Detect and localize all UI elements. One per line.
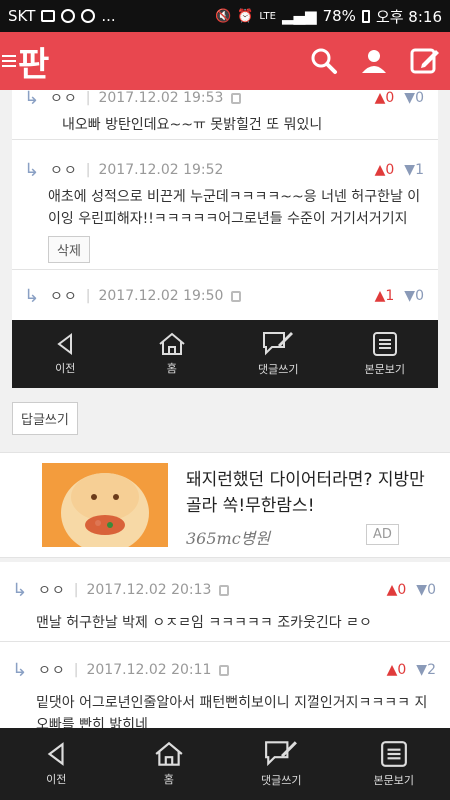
comments-card: ↳ ㅇㅇ | 2017.12.02 19:53 ▲0 ▼0 내오빠 방탄인데요~… bbox=[12, 90, 438, 320]
image-notification-icon bbox=[41, 10, 56, 22]
status-bar: SKT ... 🔇 ⏰ LTE ▂▄▆ 78% 오후 8:16 bbox=[0, 0, 450, 32]
reply-arrow-icon: ↳ bbox=[24, 159, 40, 181]
network-label: LTE bbox=[259, 10, 276, 22]
reply-arrow-icon: ↳ bbox=[12, 659, 28, 681]
delete-button[interactable]: 삭제 bbox=[48, 236, 90, 263]
upvote-button[interactable]: ▲0 bbox=[375, 162, 395, 178]
battery-icon bbox=[361, 9, 370, 23]
lock-icon bbox=[219, 584, 230, 596]
ad-banner[interactable]: 돼지런했던 다이어터라면? 지방만 골라 쏙!무한람스! 365mc병원 AD bbox=[0, 452, 450, 558]
upvote-button[interactable]: ▲0 bbox=[387, 582, 407, 598]
back-icon bbox=[47, 742, 64, 766]
comment-item: ↳ ㅇㅇ | 2017.12.02 20:11 ▲0 ▼2 밑댓아 어그로년인줄… bbox=[0, 642, 450, 728]
article-icon bbox=[372, 332, 397, 356]
comment-write-icon bbox=[265, 741, 298, 767]
upvote-button[interactable]: ▲0 bbox=[387, 662, 407, 678]
overlay-view-article-button[interactable]: 본문보기 bbox=[332, 320, 439, 388]
carrier-label: SKT bbox=[8, 7, 36, 25]
comment-write-button[interactable]: 댓글쓰기 bbox=[225, 728, 338, 800]
alarm-icon: ⏰ bbox=[237, 8, 254, 24]
app-header: 판 bbox=[0, 32, 450, 90]
home-icon bbox=[155, 741, 183, 766]
comment-date: 2017.12.02 19:53 bbox=[98, 90, 224, 106]
comment-item: ↳ ㅇㅇ | 2017.12.02 19:52 ▲0 ▼1 애초에 성적으로 비… bbox=[12, 146, 438, 270]
comment-write-icon bbox=[263, 332, 294, 356]
comment-text: 밑댓아 어그로년인줄알아서 패턴뻔히보이니 지껄인거지ㅋㅋㅋㅋ 지오빠를 빤히 … bbox=[36, 695, 428, 728]
downvote-button[interactable]: ▼1 bbox=[404, 162, 424, 178]
bottom-nav: 이전 홈 댓글쓰기 본문보기 bbox=[0, 728, 450, 800]
comment-author: ㅇㅇ bbox=[50, 163, 78, 179]
downvote-button[interactable]: ▼0 bbox=[404, 90, 424, 106]
time-label: 오후 8:16 bbox=[375, 7, 442, 26]
reply-arrow-icon: ↳ bbox=[12, 579, 28, 601]
signal-icon: ▂▄▆ bbox=[281, 7, 317, 25]
app-logo[interactable]: 판 bbox=[18, 37, 49, 86]
article-icon bbox=[380, 741, 407, 767]
battery-label: 78% bbox=[322, 7, 356, 25]
instagram-notification-icon bbox=[61, 9, 76, 23]
comment-text: 맨날 허구한날 박제 ㅇㅈㄹ임 ㅋㅋㅋㅋㅋ 조카웃긴다 ㄹㅇ bbox=[36, 615, 372, 631]
comment-overlay-nav: 이전 홈 댓글쓰기 본문보기 bbox=[12, 320, 438, 388]
write-reply-button[interactable]: 답글쓰기 bbox=[12, 402, 78, 435]
comment-item: ↳ ㅇㅇ | 2017.12.02 20:13 ▲0 ▼0 맨날 허구한날 박제… bbox=[0, 562, 450, 642]
home-button[interactable]: 홈 bbox=[113, 728, 226, 800]
reply-arrow-icon: ↳ bbox=[24, 90, 40, 109]
view-article-button[interactable]: 본문보기 bbox=[338, 728, 450, 800]
talk-notification-icon bbox=[81, 9, 96, 23]
search-icon[interactable] bbox=[310, 47, 338, 75]
upvote-button[interactable]: ▲0 bbox=[375, 90, 395, 106]
overlay-back-button[interactable]: 이전 bbox=[12, 320, 119, 388]
downvote-button[interactable]: ▼0 bbox=[416, 582, 436, 598]
comment-author: ㅇㅇ bbox=[38, 663, 66, 679]
comment-date: 2017.12.02 19:50 bbox=[98, 288, 224, 304]
write-icon[interactable] bbox=[410, 46, 440, 76]
comment-author: ㅇㅇ bbox=[50, 289, 78, 305]
comment-text: 애초에 성적으로 비끈게 누군데ㅋㅋㅋㅋ~~응 너넨 허구한날 이이잉 우린피해… bbox=[48, 189, 421, 227]
lock-icon bbox=[231, 92, 242, 104]
lock-icon bbox=[231, 290, 242, 302]
more-notifications: ... bbox=[101, 7, 116, 25]
lock-icon bbox=[219, 664, 230, 676]
ad-badge: AD bbox=[366, 524, 399, 545]
ad-image bbox=[42, 463, 168, 547]
reply-arrow-icon: ↳ bbox=[24, 285, 40, 307]
home-icon bbox=[159, 332, 185, 355]
user-icon[interactable] bbox=[360, 47, 388, 75]
back-button[interactable]: 이전 bbox=[0, 728, 113, 800]
comment-date: 2017.12.02 20:11 bbox=[86, 662, 212, 678]
menu-icon[interactable] bbox=[2, 55, 16, 67]
comment-date: 2017.12.02 20:13 bbox=[86, 582, 212, 598]
overlay-comment-write-button[interactable]: 댓글쓰기 bbox=[225, 320, 332, 388]
comment-author: ㅇㅇ bbox=[50, 91, 78, 107]
downvote-button[interactable]: ▼2 bbox=[416, 662, 436, 678]
comment-author: ㅇㅇ bbox=[38, 583, 66, 599]
comments-content: ↳ ㅇㅇ | 2017.12.02 19:53 ▲0 ▼0 내오빠 방탄인데요~… bbox=[0, 90, 450, 728]
ad-title: 돼지런했던 다이어터라면? 지방만 골라 쏙!무한람스! bbox=[186, 470, 425, 516]
mute-icon: 🔇 bbox=[214, 8, 232, 24]
back-icon bbox=[57, 333, 73, 355]
overlay-home-button[interactable]: 홈 bbox=[119, 320, 226, 388]
upvote-button[interactable]: ▲1 bbox=[375, 288, 395, 304]
downvote-button[interactable]: ▼0 bbox=[404, 288, 424, 304]
ad-brand: 365mc병원 bbox=[186, 529, 271, 548]
comment-item: ↳ ㅇㅇ | 2017.12.02 19:53 ▲0 ▼0 내오빠 방탄인데요~… bbox=[12, 90, 438, 140]
comment-text: 내오빠 방탄인데요~~ㅠ 못밝힐건 또 뭐있니 bbox=[62, 117, 323, 133]
comment-date: 2017.12.02 19:52 bbox=[98, 162, 224, 178]
